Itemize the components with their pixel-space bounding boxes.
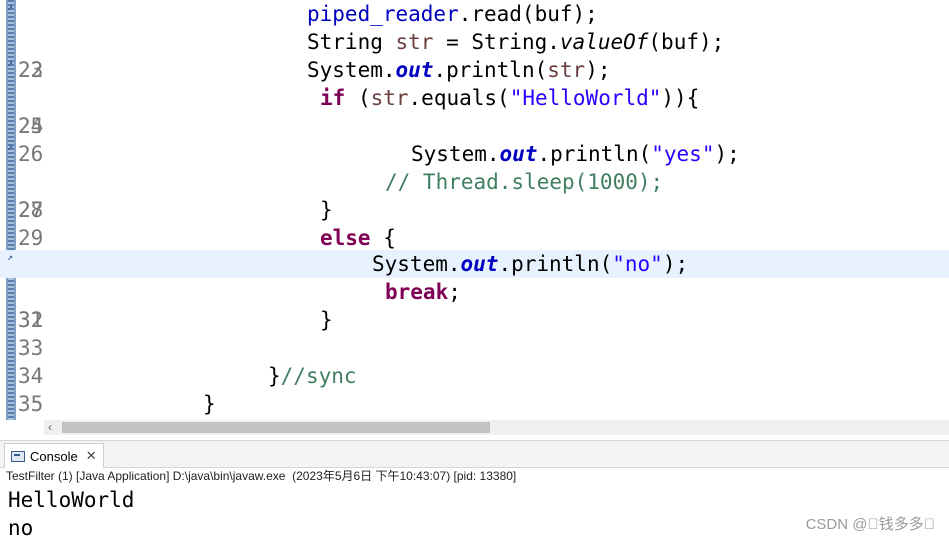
code-text: } <box>320 198 333 222</box>
code-text: piped_reader.read(buf); <box>307 2 598 26</box>
line-number: 36 <box>18 418 46 420</box>
code-editor[interactable]: ↗ 22 piped_reader.read(buf); 23 String s… <box>0 0 949 420</box>
scroll-left-icon[interactable]: ‹ <box>48 420 52 435</box>
console-output-line: no <box>8 516 34 540</box>
code-line[interactable]: 32 break; <box>0 278 949 332</box>
code-line[interactable]: 25 if (str.equals("HelloWorld")){ <box>0 84 949 138</box>
code-text: System.out.println(str); <box>307 58 611 82</box>
console-output-line: HelloWorld <box>8 488 135 512</box>
code-text: System.out.println("no"); <box>372 252 689 276</box>
console-icon <box>11 450 25 462</box>
watermark: CSDN @ 钱多多  <box>805 516 935 533</box>
close-icon[interactable]: ✕ <box>86 448 97 464</box>
code-line[interactable]: ↗ 22 piped_reader.read(buf); <box>0 0 949 82</box>
code-line[interactable]: ↗ 24 System.out.println(str); <box>0 56 949 138</box>
code-line[interactable]: 30 else { <box>0 224 949 278</box>
code-text: if (str.equals("HelloWorld")){ <box>320 86 700 110</box>
code-comment: // Thread.sleep(1000); <box>385 170 664 194</box>
console-tab-bar: Console ✕ <box>0 440 949 468</box>
code-line[interactable]: 26 <box>0 112 949 166</box>
tab-console[interactable]: Console ✕ <box>4 443 104 468</box>
code-line[interactable]: 36 } <box>0 390 949 418</box>
code-text: String str = String.valueOf(buf); <box>307 30 725 54</box>
code-line[interactable]: ↗ 27 System.out.println("yes"); <box>0 140 949 222</box>
process-info: TestFilter (1) [Java Application] D:\jav… <box>6 469 517 483</box>
code-text: } <box>320 308 333 332</box>
occurrence-marker-icon: ↗ <box>7 252 14 263</box>
code-text: }//sync <box>268 364 357 388</box>
horizontal-scrollbar[interactable]: ‹ <box>44 420 949 435</box>
tab-label: Console <box>30 448 78 464</box>
occurrence-marker-icon: ↗ <box>7 58 14 69</box>
occurrence-marker-icon: ↗ <box>7 142 14 153</box>
code-text: System.out.println("yes"); <box>411 142 740 166</box>
code-text: } <box>203 392 216 416</box>
code-line[interactable]: 29 } <box>0 196 949 250</box>
code-line[interactable]: 23 String str = String.valueOf(buf); <box>0 28 949 82</box>
code-line-current[interactable]: ↗ 31 System.out.println("no"); <box>0 250 949 332</box>
code-line[interactable]: 35 }//sync <box>0 362 949 416</box>
code-text: else { <box>320 226 396 250</box>
occurrence-marker-icon: ↗ <box>7 2 14 13</box>
code-line[interactable]: 33 } <box>0 306 949 360</box>
code-line[interactable]: 28 // Thread.sleep(1000); <box>0 168 949 222</box>
code-text: break; <box>385 280 461 304</box>
scrollbar-thumb[interactable] <box>62 422 490 433</box>
code-line[interactable]: 34 <box>0 334 949 388</box>
